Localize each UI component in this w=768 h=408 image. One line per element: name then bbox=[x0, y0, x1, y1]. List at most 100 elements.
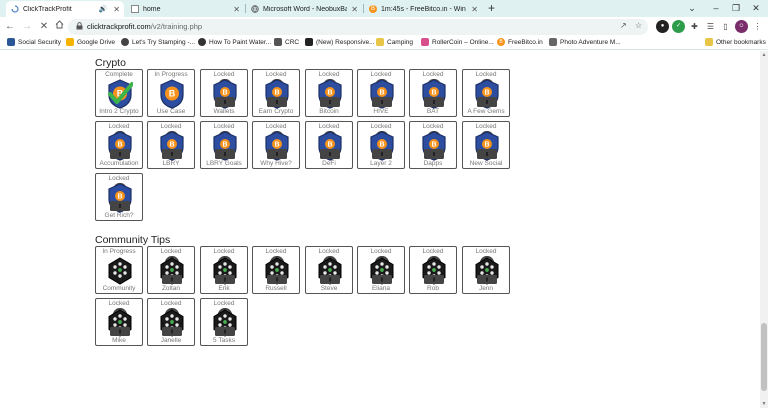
bookmark-photo-adventure[interactable]: Photo Adventure M... bbox=[549, 38, 621, 46]
card-title: Earn Crypto bbox=[258, 108, 294, 115]
close-tab-icon[interactable]: ✕ bbox=[471, 5, 478, 14]
bitcoin-locked-badge-icon: B bbox=[421, 131, 447, 161]
bitcoin-locked-badge-icon: B bbox=[264, 79, 290, 109]
globe-icon bbox=[251, 5, 259, 13]
tab-title: Microsoft Word - NeobuxBasicsI... bbox=[263, 5, 348, 13]
bookmark-rollercoin[interactable]: RollerCoin – Online... bbox=[421, 38, 494, 46]
tab-search-chevron-icon[interactable]: ⌄ bbox=[680, 0, 704, 17]
card-title: Mike bbox=[112, 337, 126, 344]
close-window-button[interactable]: ✕ bbox=[744, 0, 768, 17]
card-status: Locked bbox=[475, 71, 497, 78]
extension-check-icon[interactable]: ✓ bbox=[672, 20, 685, 33]
bookmark-camping[interactable]: Camping bbox=[376, 38, 413, 46]
folder-icon bbox=[705, 38, 713, 46]
tab-freebitcoin[interactable]: B 1m:45s - FreeBitco.in - Win free... ✕ bbox=[364, 1, 482, 17]
training-card-janelle[interactable]: Locked Janelle bbox=[147, 298, 195, 346]
training-card-zoltan[interactable]: Locked Zoltan bbox=[147, 246, 195, 294]
other-bookmarks[interactable]: Other bookmarks bbox=[705, 38, 766, 46]
card-title: DeFi bbox=[322, 160, 336, 167]
training-card-community[interactable]: In Progress Community bbox=[95, 246, 143, 294]
training-card-5-tasks[interactable]: Locked 5 Tasks bbox=[200, 298, 248, 346]
profile-avatar[interactable]: ☺ bbox=[735, 20, 748, 33]
back-button[interactable]: ← bbox=[3, 20, 17, 34]
training-card-lbry-goals[interactable]: Locked B LBRY Goals bbox=[200, 121, 248, 169]
extension-b-icon[interactable]: ● bbox=[656, 20, 669, 33]
close-tab-icon[interactable]: ✕ bbox=[233, 5, 240, 14]
community-locked-badge-icon bbox=[421, 256, 447, 286]
bitcoin-badge-icon: B bbox=[159, 79, 185, 109]
forward-button[interactable]: → bbox=[20, 20, 34, 34]
loading-spinner-icon bbox=[11, 5, 19, 13]
training-card-lbry[interactable]: Locked B LBRY bbox=[147, 121, 195, 169]
home-button[interactable] bbox=[52, 20, 66, 34]
close-tab-icon[interactable]: ✕ bbox=[351, 5, 358, 14]
tab-clicktrackprofit[interactable]: ClickTrackProfit 🔊 ✕ bbox=[6, 1, 124, 17]
bookmark-label: RollerCoin – Online... bbox=[432, 38, 494, 46]
bookmark-crc[interactable]: CRC bbox=[274, 38, 299, 46]
stop-loading-button[interactable]: ✕ bbox=[37, 20, 51, 34]
training-card-bitcoin[interactable]: Locked B Bitcoin bbox=[305, 69, 353, 117]
training-card-get-rich[interactable]: Locked B Get Rich? bbox=[95, 173, 143, 221]
bitcoin-locked-badge-icon: B bbox=[317, 79, 343, 109]
bookmark-stamping[interactable]: Let's Try Stamping -... bbox=[121, 38, 195, 46]
bookmark-freebitcoin[interactable]: B FreeBitco.in bbox=[497, 38, 543, 46]
training-card-use-case[interactable]: In Progress B Use Case bbox=[147, 69, 195, 117]
training-card-defi[interactable]: Locked B DeFi bbox=[305, 121, 353, 169]
training-card-eliana[interactable]: Locked Eliana bbox=[357, 246, 405, 294]
training-card-hive[interactable]: Locked B HIVE bbox=[357, 69, 405, 117]
tab-title: home bbox=[143, 5, 161, 13]
card-title: Jenn bbox=[478, 285, 494, 292]
bookmark-favicon-icon bbox=[421, 38, 429, 46]
star-icon[interactable]: ☆ bbox=[635, 21, 642, 30]
training-card-a-few-gems[interactable]: Locked B A Few Gems bbox=[462, 69, 510, 117]
training-card-steve[interactable]: Locked Steve bbox=[305, 246, 353, 294]
bookmark-social-security[interactable]: Social Security bbox=[7, 38, 61, 46]
card-title: Get Rich? bbox=[104, 212, 134, 219]
training-card-why-hive[interactable]: Locked B Why Hive? bbox=[252, 121, 300, 169]
svg-text:B: B bbox=[484, 89, 489, 96]
bookmark-paint-water[interactable]: How To Paint Water... bbox=[198, 38, 271, 46]
card-status: Locked bbox=[108, 300, 130, 307]
bookmark-label: Google Drive bbox=[77, 38, 115, 46]
tab-home[interactable]: home ✕ bbox=[126, 1, 244, 17]
training-card-mike[interactable]: Locked Mike bbox=[95, 298, 143, 346]
reading-list-icon[interactable]: ☰ bbox=[704, 20, 717, 33]
page-scrollbar[interactable]: ▲ ▼ bbox=[760, 51, 768, 408]
training-card-new-social[interactable]: Locked B New Social bbox=[462, 121, 510, 169]
training-card-russell[interactable]: Locked Russell bbox=[252, 246, 300, 294]
training-card-intro-2-crypto[interactable]: Complete B Intro 2 Crypto bbox=[95, 69, 143, 117]
card-title: LBRY Goals bbox=[206, 160, 242, 167]
training-card-wallets[interactable]: Locked B Wallets bbox=[200, 69, 248, 117]
extensions-puzzle-icon[interactable]: ✚ bbox=[688, 20, 701, 33]
url-text[interactable]: clicktrackprofit.com/v2/training.php bbox=[87, 22, 202, 31]
training-card-dapps[interactable]: Locked B Dapps bbox=[409, 121, 457, 169]
menu-kebab-icon[interactable]: ⋮ bbox=[751, 20, 764, 33]
scroll-down-arrow-icon[interactable]: ▼ bbox=[761, 401, 767, 407]
bookmark-responsive[interactable]: (New) Responsive... bbox=[305, 38, 375, 46]
card-title: Janelle bbox=[160, 337, 182, 344]
training-card-rob[interactable]: Locked Rob bbox=[409, 246, 457, 294]
speaker-icon[interactable]: 🔊 bbox=[99, 5, 108, 13]
bookmark-google-drive[interactable]: Google Drive bbox=[66, 38, 115, 46]
svg-text:B: B bbox=[169, 141, 174, 148]
tab-microsoft-word[interactable]: Microsoft Word - NeobuxBasicsI... ✕ bbox=[246, 1, 362, 17]
lock-icon[interactable] bbox=[76, 22, 83, 32]
training-card-jenn[interactable]: Locked Jenn bbox=[462, 246, 510, 294]
new-tab-button[interactable]: + bbox=[488, 1, 495, 15]
card-status: Locked bbox=[475, 248, 497, 255]
svg-text:B: B bbox=[431, 89, 436, 96]
side-panel-icon[interactable]: ▯ bbox=[719, 20, 732, 33]
training-card-earn-crypto[interactable]: Locked B Earn Crypto bbox=[252, 69, 300, 117]
training-card-erik[interactable]: Locked Erik bbox=[200, 246, 248, 294]
training-card-accumulation[interactable]: Locked B Accumulation bbox=[95, 121, 143, 169]
svg-text:B: B bbox=[117, 193, 122, 200]
scroll-up-arrow-icon[interactable]: ▲ bbox=[761, 52, 767, 58]
share-icon[interactable]: ↗ bbox=[620, 21, 627, 30]
training-card-bat[interactable]: Locked B BAT bbox=[409, 69, 457, 117]
card-status: Locked bbox=[265, 248, 287, 255]
close-tab-icon[interactable]: ✕ bbox=[113, 5, 120, 14]
training-card-layer-2[interactable]: Locked B Layer 2 bbox=[357, 121, 405, 169]
card-title: Layer 2 bbox=[370, 160, 392, 167]
scrollbar-thumb[interactable] bbox=[761, 323, 767, 391]
address-bar[interactable]: clicktrackprofit.com/v2/training.php ↗ ☆ bbox=[68, 19, 648, 35]
